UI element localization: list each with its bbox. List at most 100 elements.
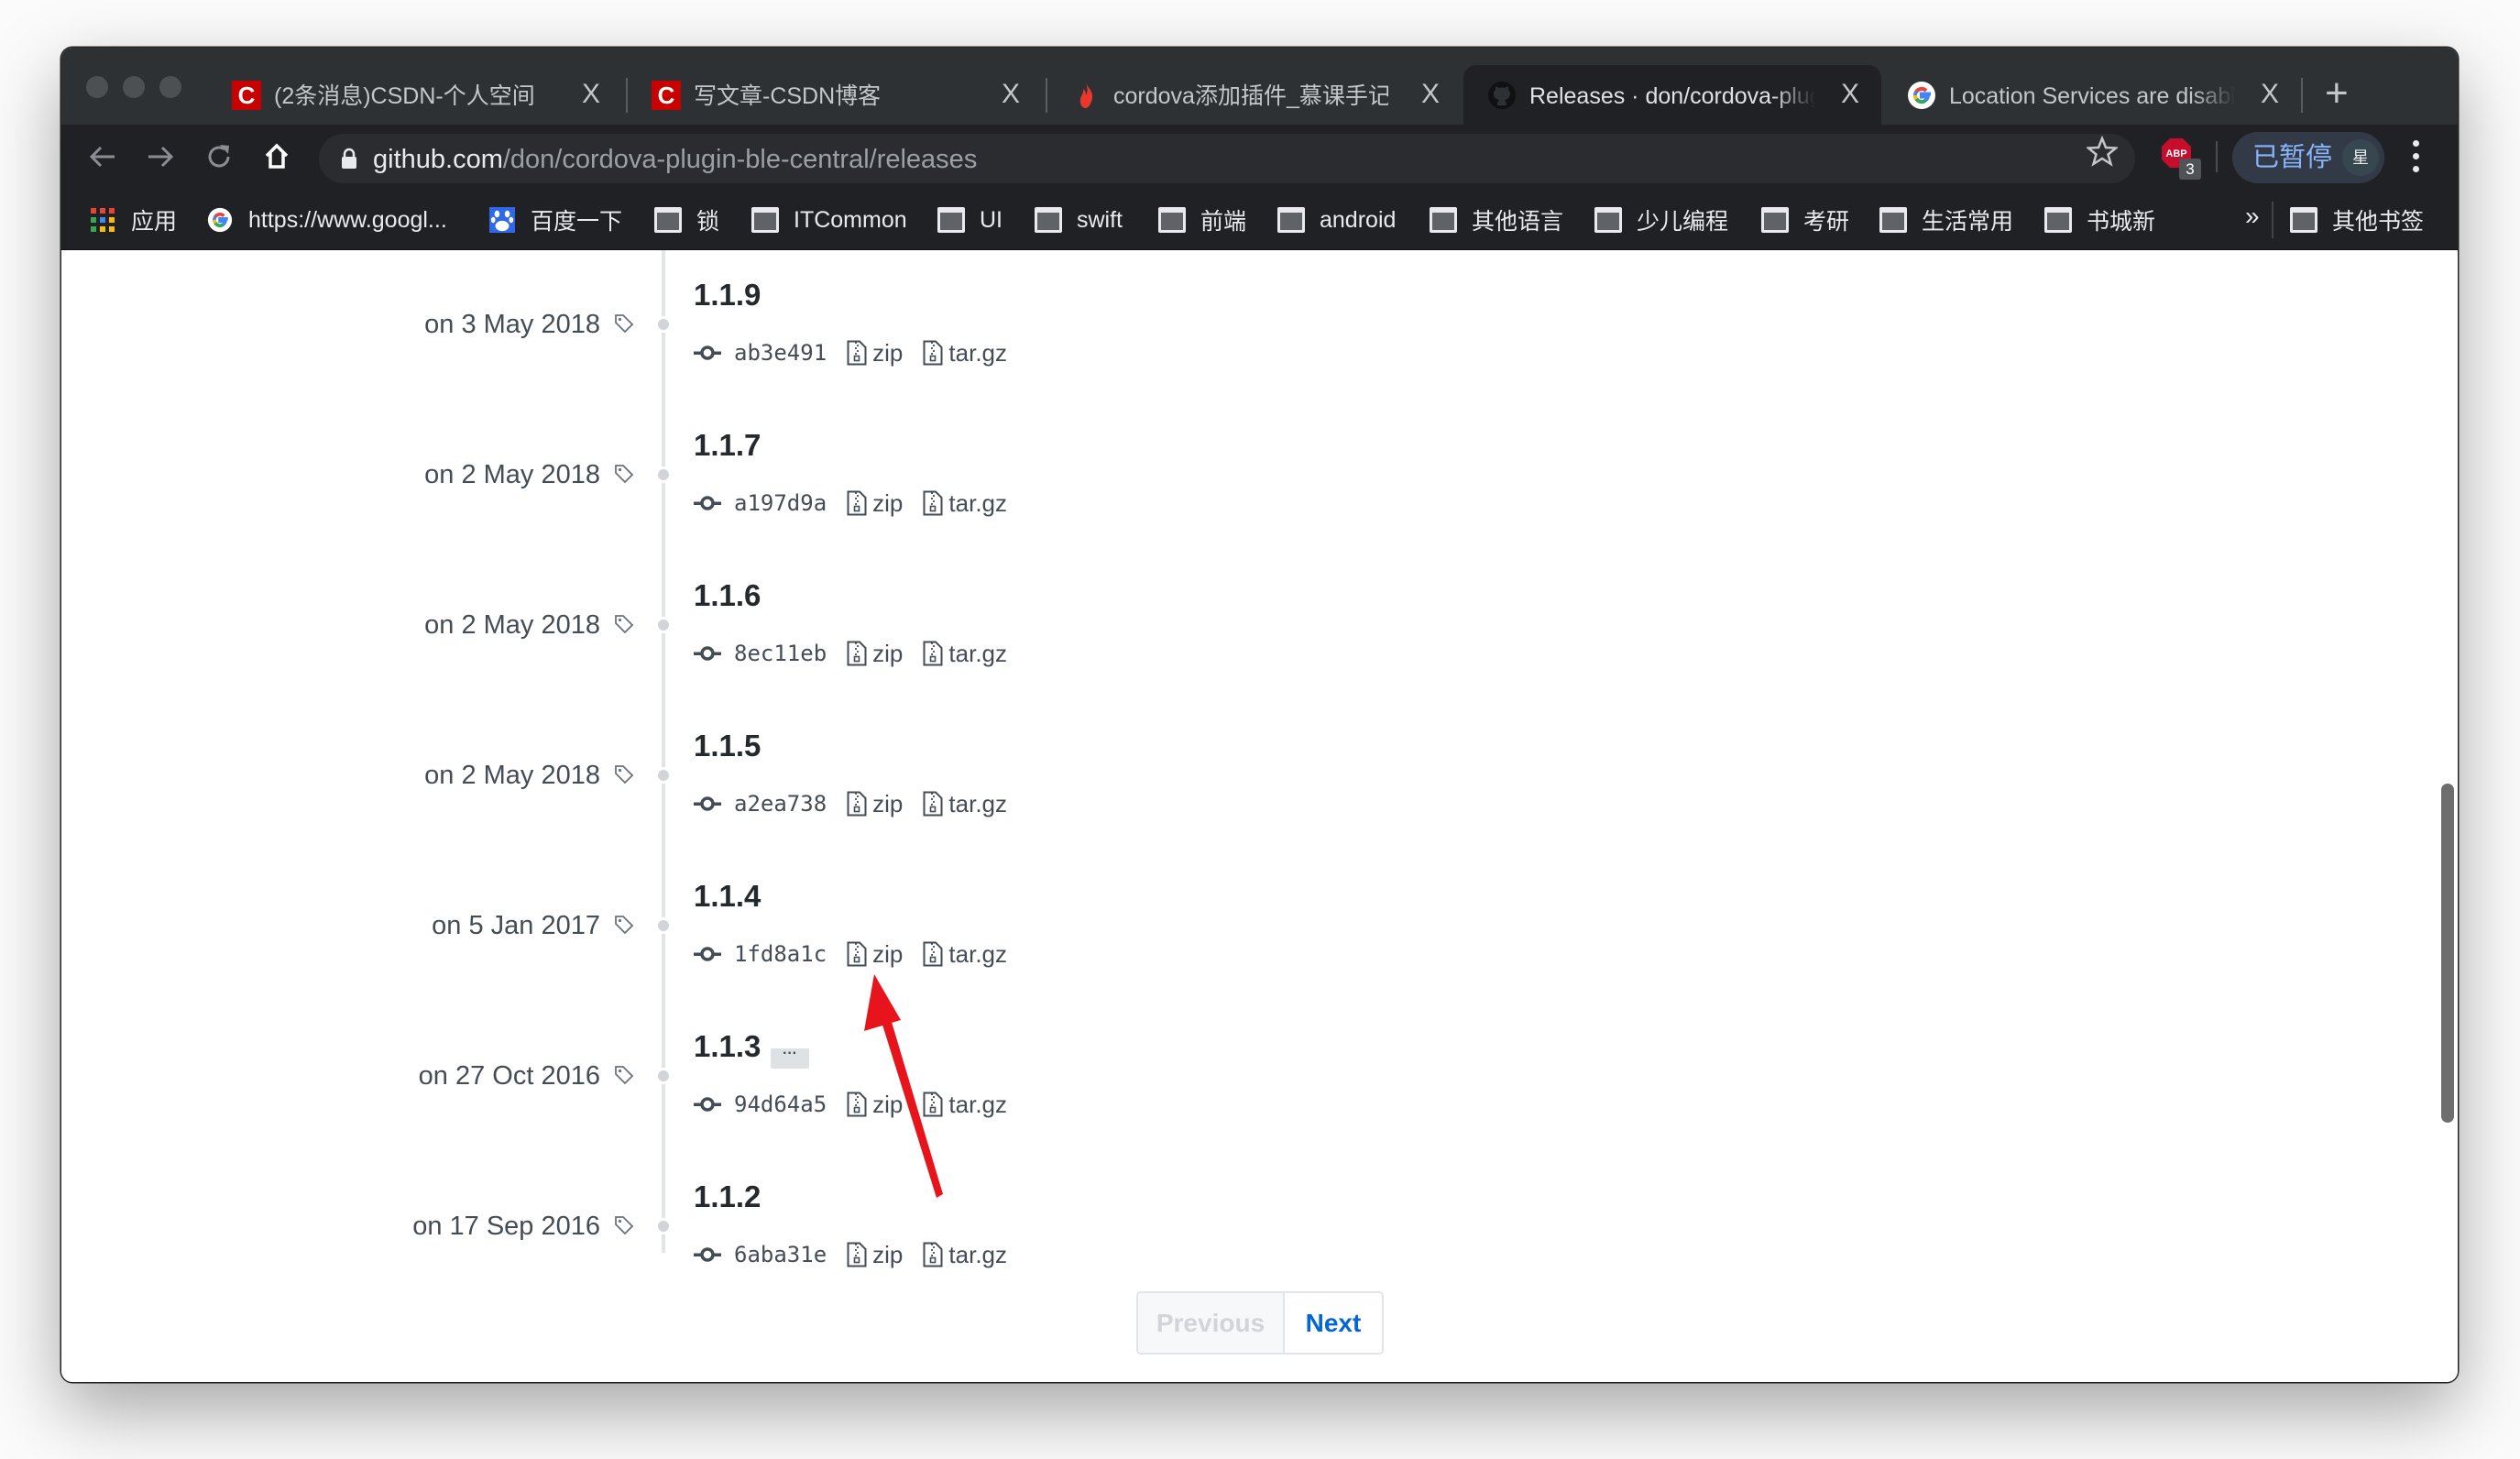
flame-icon bbox=[1079, 82, 1093, 108]
release-date[interactable]: on 27 Oct 2016 bbox=[419, 1060, 600, 1092]
browser-menu-button[interactable] bbox=[2407, 136, 2426, 178]
release-version[interactable]: 1.1.5 bbox=[694, 730, 761, 762]
tag-icon bbox=[615, 314, 634, 334]
bookmark-apps[interactable]: 应用 bbox=[89, 204, 177, 236]
bookmark-folder[interactable]: 其他语言 bbox=[1430, 204, 1563, 236]
download-zip-link[interactable]: zip bbox=[847, 940, 903, 969]
bookmark-label: 书城新 bbox=[2087, 209, 2156, 235]
tab-csdn-space[interactable]: C (2条消息)CSDN-个人空间 X bbox=[208, 65, 626, 125]
tab-close-icon[interactable]: X bbox=[994, 78, 1027, 111]
bookmark-folder[interactable]: android bbox=[1277, 204, 1396, 236]
download-targz-link[interactable]: tar.gz bbox=[923, 1091, 1007, 1119]
timeline-dot bbox=[655, 316, 672, 333]
release-entry: on 3 May 2018 1.1.9 ab3e491 zip tar.gz bbox=[61, 279, 1528, 475]
tab-cordova-imooc[interactable]: cordova添加插件_慕课手记 X bbox=[1047, 65, 1465, 125]
download-targz-link[interactable]: tar.gz bbox=[923, 940, 1007, 969]
commit-hash-link[interactable]: 1fd8a1c bbox=[734, 941, 827, 967]
download-zip-link[interactable]: zip bbox=[847, 640, 903, 668]
home-button[interactable] bbox=[257, 137, 297, 177]
bookmark-folder[interactable]: ITCommon bbox=[751, 204, 907, 236]
commit-hash-link[interactable]: 6aba31e bbox=[734, 1242, 827, 1267]
tab-close-icon[interactable]: X bbox=[575, 78, 608, 111]
bookmarks-overflow-button[interactable]: » bbox=[2245, 202, 2260, 231]
release-version[interactable]: 1.1.3 bbox=[694, 1030, 761, 1063]
download-zip-link[interactable]: zip bbox=[847, 1241, 903, 1269]
download-targz-link[interactable]: tar.gz bbox=[923, 489, 1007, 518]
bookmark-folder[interactable]: 书城新 bbox=[2044, 204, 2155, 236]
release-version[interactable]: 1.1.9 bbox=[694, 279, 761, 312]
release-version[interactable]: 1.1.6 bbox=[694, 579, 761, 612]
release-date[interactable]: on 5 Jan 2017 bbox=[432, 910, 600, 941]
bookmark-folder[interactable]: 锁 bbox=[654, 204, 719, 236]
release-date[interactable]: on 2 May 2018 bbox=[424, 459, 600, 490]
arrow-right-icon bbox=[148, 146, 174, 168]
bookmark-folder[interactable]: 前端 bbox=[1158, 204, 1246, 236]
download-zip-link[interactable]: zip bbox=[847, 1091, 903, 1119]
url-text[interactable]: github.com/don/cordova-plugin-ble-centra… bbox=[373, 145, 977, 174]
zip-label: zip bbox=[872, 639, 904, 667]
tab-close-icon[interactable]: X bbox=[1414, 78, 1447, 111]
tab-title: (2条消息)CSDN-个人空间 bbox=[274, 83, 535, 109]
commit-hash-link[interactable]: a197d9a bbox=[734, 490, 827, 516]
other-bookmarks-folder[interactable]: 其他书签 bbox=[2290, 204, 2424, 236]
toolbar-divider bbox=[2216, 141, 2218, 172]
tab-close-icon[interactable]: X bbox=[2253, 78, 2286, 111]
zip-label: zip bbox=[872, 939, 904, 968]
release-meta: 1fd8a1c zip tar.gz bbox=[694, 938, 1027, 970]
timeline-dot bbox=[655, 466, 672, 483]
release-entry: on 2 May 2018 1.1.7 a197d9a zip tar.gz bbox=[61, 429, 1528, 625]
release-more-button[interactable]: ··· bbox=[771, 1047, 809, 1069]
targz-label: tar.gz bbox=[948, 1240, 1007, 1268]
bookmark-folder[interactable]: 考研 bbox=[1761, 204, 1849, 236]
bookmark-folder[interactable]: UI bbox=[937, 204, 1003, 236]
commit-hash-link[interactable]: 94d64a5 bbox=[734, 1092, 827, 1117]
bookmark-folder[interactable]: 少儿编程 bbox=[1594, 204, 1728, 236]
window-minimize-button[interactable] bbox=[123, 76, 145, 98]
download-zip-link[interactable]: zip bbox=[847, 489, 903, 518]
release-version[interactable]: 1.1.4 bbox=[694, 880, 761, 913]
download-targz-link[interactable]: tar.gz bbox=[923, 790, 1007, 818]
zip-label: zip bbox=[872, 338, 904, 367]
window-zoom-button[interactable] bbox=[159, 76, 181, 98]
download-zip-link[interactable]: zip bbox=[847, 339, 903, 367]
release-date[interactable]: on 3 May 2018 bbox=[424, 309, 600, 340]
release-date[interactable]: on 17 Sep 2016 bbox=[412, 1211, 600, 1242]
release-date[interactable]: on 2 May 2018 bbox=[424, 609, 600, 641]
file-zip-icon bbox=[923, 641, 943, 666]
reload-button[interactable] bbox=[199, 137, 239, 177]
file-zip-icon bbox=[847, 941, 867, 967]
back-button[interactable] bbox=[82, 137, 123, 177]
download-targz-link[interactable]: tar.gz bbox=[923, 339, 1007, 367]
address-bar[interactable]: github.com/don/cordova-plugin-ble-centra… bbox=[319, 134, 2135, 183]
commit-hash-link[interactable]: a2ea738 bbox=[734, 791, 827, 817]
download-targz-link[interactable]: tar.gz bbox=[923, 1241, 1007, 1269]
new-tab-button[interactable]: + bbox=[2325, 68, 2349, 119]
bookmark-google[interactable]: https://www.googl... bbox=[206, 204, 447, 236]
bookmark-baidu[interactable]: 百度一下 bbox=[488, 204, 622, 236]
profile-button[interactable]: 已暂停 星 bbox=[2232, 132, 2384, 183]
tab-close-icon[interactable]: X bbox=[1834, 78, 1867, 111]
release-version[interactable]: 1.1.2 bbox=[694, 1180, 761, 1213]
forward-button[interactable] bbox=[140, 137, 181, 177]
window-close-button[interactable] bbox=[86, 76, 108, 98]
bookmark-star-icon[interactable] bbox=[2087, 136, 2118, 167]
download-targz-link[interactable]: tar.gz bbox=[923, 640, 1007, 668]
download-zip-link[interactable]: zip bbox=[847, 790, 903, 818]
bookmark-folder[interactable]: swift bbox=[1035, 204, 1123, 236]
bookmark-label: 应用 bbox=[131, 209, 178, 235]
commit-hash-link[interactable]: 8ec11eb bbox=[734, 641, 827, 666]
release-meta: ab3e491 zip tar.gz bbox=[694, 337, 1027, 368]
bookmark-folder[interactable]: 生活常用 bbox=[1879, 204, 2013, 236]
bookmark-label: android bbox=[1320, 206, 1397, 233]
google-icon bbox=[1908, 82, 1935, 109]
next-page-button[interactable]: Next bbox=[1285, 1293, 1382, 1353]
scrollbar-thumb[interactable] bbox=[2441, 784, 2454, 1123]
commit-hash-link[interactable]: ab3e491 bbox=[734, 340, 827, 366]
release-date[interactable]: on 2 May 2018 bbox=[424, 760, 600, 791]
release-version[interactable]: 1.1.7 bbox=[694, 429, 761, 462]
folder-icon bbox=[2290, 207, 2317, 233]
tab-github-releases[interactable]: Releases · don/cordova-plug X bbox=[1463, 65, 1881, 125]
tab-location-services[interactable]: Location Services are disable X bbox=[1883, 65, 2301, 125]
tag-icon bbox=[615, 1066, 634, 1085]
tab-csdn-write[interactable]: C 写文章-CSDN博客 X bbox=[628, 65, 1046, 125]
